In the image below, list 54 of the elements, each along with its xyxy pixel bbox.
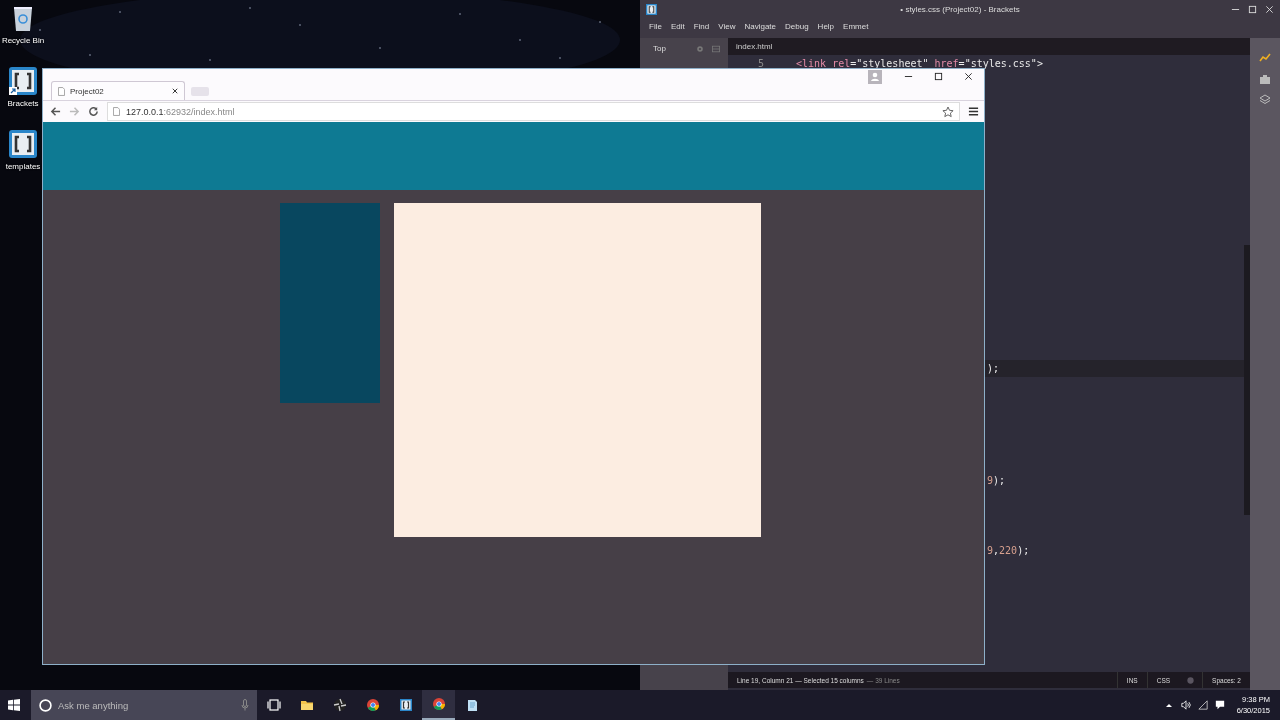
extensions-icon[interactable] bbox=[1259, 73, 1271, 85]
status-dot-icon bbox=[1187, 676, 1195, 684]
menu-item[interactable]: Debug bbox=[785, 21, 809, 31]
close-icon[interactable] bbox=[172, 88, 178, 94]
menu-item[interactable]: Find bbox=[693, 21, 710, 31]
layers-icon[interactable] bbox=[1259, 94, 1271, 106]
brackets-app-icon bbox=[646, 4, 657, 15]
reload-icon[interactable] bbox=[88, 106, 99, 117]
sidebar-title: Top bbox=[653, 44, 666, 53]
menu-item[interactable]: Emmet bbox=[843, 21, 869, 31]
menu-item[interactable]: Navigate bbox=[744, 21, 777, 31]
desktop-icon-label[interactable]: templates bbox=[5, 162, 41, 171]
back-icon[interactable] bbox=[50, 106, 61, 117]
maximize-icon[interactable] bbox=[934, 72, 943, 81]
recycle-bin-icon[interactable] bbox=[11, 4, 35, 32]
search-field[interactable]: Ask me anything bbox=[31, 690, 257, 720]
address-bar[interactable]: 127.0.0.1:62932/index.html bbox=[107, 102, 960, 121]
desktop-icon-label[interactable]: Recycle Bin bbox=[1, 36, 45, 45]
desktop-icon-label[interactable]: Brackets bbox=[7, 99, 39, 108]
notification-icon[interactable] bbox=[1214, 700, 1225, 710]
close-icon[interactable] bbox=[964, 72, 973, 81]
menu-icon[interactable] bbox=[968, 106, 979, 117]
chrome-icon bbox=[431, 697, 446, 711]
line-number: 5 bbox=[756, 57, 765, 69]
tab-title: Project02 bbox=[70, 86, 105, 96]
window-title: • styles.css (Project02) - Brackets bbox=[900, 5, 1020, 14]
menu-item[interactable]: Edit bbox=[670, 21, 685, 31]
live-preview-icon[interactable] bbox=[1259, 52, 1271, 64]
menu-item[interactable]: Help bbox=[817, 21, 835, 31]
page-icon bbox=[113, 107, 120, 116]
menu-item[interactable]: View bbox=[718, 21, 736, 31]
menu-item[interactable]: File bbox=[649, 21, 662, 31]
scrollbar[interactable] bbox=[1244, 245, 1250, 515]
aperture-icon bbox=[332, 698, 347, 712]
microphone-icon[interactable] bbox=[241, 699, 249, 711]
page-icon bbox=[58, 86, 65, 96]
star-icon[interactable] bbox=[942, 105, 954, 118]
code-line: 9); bbox=[987, 475, 1006, 486]
brackets-app-icon bbox=[398, 698, 413, 712]
taskbar-button[interactable] bbox=[422, 690, 455, 720]
code-line: <link rel="stylesheet" href="styles.css"> bbox=[796, 57, 1043, 69]
windows-start-icon[interactable] bbox=[8, 699, 20, 711]
code-line: ); bbox=[987, 363, 1000, 374]
chrome-icon bbox=[365, 698, 380, 712]
volume-icon[interactable] bbox=[1180, 700, 1191, 710]
task-view-icon bbox=[266, 698, 281, 712]
browser-tab[interactable]: Project02 bbox=[51, 81, 185, 100]
url-text: 127.0.0.1:62932/index.html bbox=[126, 106, 235, 117]
file-tab[interactable]: index.html bbox=[736, 42, 773, 51]
folder-icon bbox=[299, 698, 314, 712]
brackets-app-icon[interactable] bbox=[9, 130, 37, 158]
code-line: 9,220); bbox=[987, 545, 1030, 556]
brackets-app-icon[interactable] bbox=[9, 67, 37, 95]
network-icon[interactable] bbox=[1197, 700, 1208, 710]
